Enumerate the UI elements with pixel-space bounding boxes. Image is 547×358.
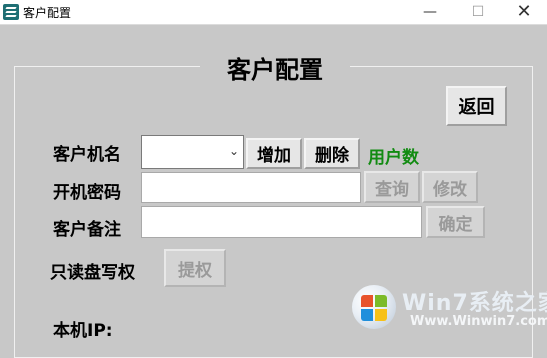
close-button[interactable]: ✕ <box>501 0 547 24</box>
delete-button[interactable]: 删除 <box>304 138 360 169</box>
grant-button[interactable]: 提权 <box>164 249 226 287</box>
modify-button[interactable]: 修改 <box>422 171 478 203</box>
app-icon <box>3 4 19 20</box>
boot-password-field[interactable] <box>141 172 361 203</box>
back-button[interactable]: 返回 <box>446 86 507 126</box>
client-name-select[interactable]: ⌄ <box>141 135 244 169</box>
watermark-brand: Win7系统之家 <box>402 291 547 316</box>
watermark: Win7系统之家 Www.Winwin7.com <box>352 279 547 337</box>
readonly-write-label: 只读盘写权 <box>50 263 135 283</box>
chevron-down-icon: ⌄ <box>228 144 239 158</box>
maximize-button[interactable]: ☐ <box>455 0 501 24</box>
client-name-label: 客户机名 <box>53 145 121 165</box>
query-button[interactable]: 查询 <box>364 171 420 203</box>
confirm-button[interactable]: 确定 <box>426 206 485 238</box>
add-button[interactable]: 增加 <box>246 138 302 169</box>
user-count-label: 用户数 <box>368 148 419 168</box>
client-note-label: 客户备注 <box>53 220 121 240</box>
window-title: 客户配置 <box>23 6 72 20</box>
boot-password-label: 开机密码 <box>53 183 121 203</box>
page-title: 客户配置 <box>200 50 350 85</box>
client-note-field[interactable] <box>141 206 422 238</box>
title-bar: 客户配置 — ☐ ✕ <box>0 0 547 25</box>
local-ip-label: 本机IP: <box>53 321 113 341</box>
minimize-button[interactable]: — <box>407 0 453 24</box>
windows-logo-icon <box>352 285 396 329</box>
watermark-url: Www.Winwin7.com <box>410 314 547 329</box>
